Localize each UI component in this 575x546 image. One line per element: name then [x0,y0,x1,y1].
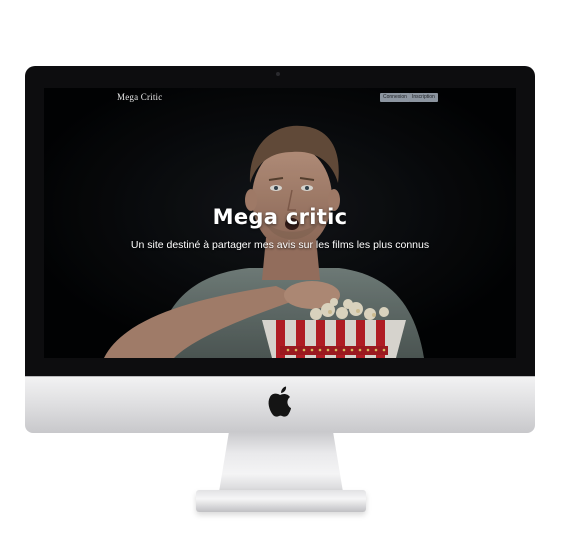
imac-stand-foot [196,490,366,512]
hero-title: Mega critic [212,205,348,229]
apple-logo-icon [268,386,291,417]
stage: Mega Critic Connexion Inscription Mega c… [0,0,575,546]
imac-stand [219,432,343,492]
brand-logo[interactable]: Mega Critic [117,92,162,102]
website-screen: Mega Critic Connexion Inscription Mega c… [44,88,516,358]
hero-subtitle: Un site destiné à partager mes avis sur … [130,239,430,251]
navbar: Mega Critic Connexion Inscription [44,88,516,108]
signup-button[interactable]: Inscription [409,93,438,102]
login-button[interactable]: Connexion [380,93,410,102]
camera-icon [276,72,280,76]
